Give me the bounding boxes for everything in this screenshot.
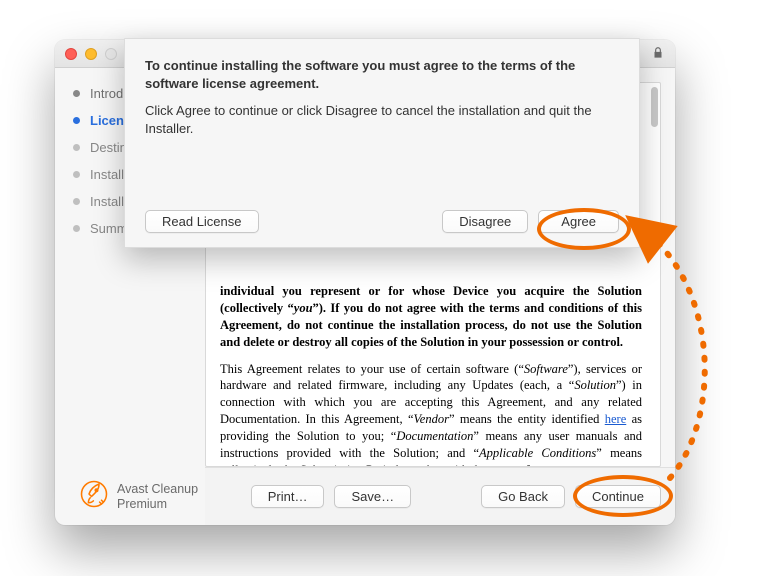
agreement-dialog: To continue installing the software you … bbox=[124, 38, 640, 248]
license-text: Software bbox=[524, 362, 568, 376]
license-text: This Agreement relates to your use of ce… bbox=[220, 362, 524, 376]
license-text: Applicable Conditions bbox=[479, 446, 596, 460]
dialog-subtext: Click Agree to continue or click Disagre… bbox=[145, 102, 619, 138]
license-text: Solution bbox=[574, 378, 616, 392]
rocket-icon bbox=[79, 479, 109, 514]
bullet-icon bbox=[73, 144, 80, 151]
continue-button[interactable]: Continue bbox=[575, 485, 661, 508]
minimize-icon[interactable] bbox=[85, 48, 97, 60]
lock-icon bbox=[651, 46, 665, 65]
brand-line2: Premium bbox=[117, 497, 198, 511]
bottom-toolbar: Avast Cleanup Premium Print… Save… Go Ba… bbox=[205, 467, 675, 525]
license-text: Vendor bbox=[414, 412, 449, 426]
disagree-button[interactable]: Disagree bbox=[442, 210, 528, 233]
read-license-button[interactable]: Read License bbox=[145, 210, 259, 233]
bullet-icon bbox=[73, 171, 80, 178]
save-button[interactable]: Save… bbox=[334, 485, 411, 508]
brand-line1: Avast Cleanup bbox=[117, 482, 198, 496]
here-link[interactable]: here bbox=[605, 412, 627, 426]
close-icon[interactable] bbox=[65, 48, 77, 60]
traffic-lights bbox=[65, 48, 117, 60]
print-button[interactable]: Print… bbox=[251, 485, 325, 508]
bullet-icon bbox=[73, 225, 80, 232]
license-text: you bbox=[294, 301, 313, 315]
dialog-heading: To continue installing the software you … bbox=[145, 57, 619, 92]
agree-button[interactable]: Agree bbox=[538, 210, 619, 233]
license-text: Documentation bbox=[396, 429, 473, 443]
bullet-icon bbox=[73, 117, 80, 124]
bullet-icon bbox=[73, 90, 80, 97]
scrollbar-thumb[interactable] bbox=[651, 87, 658, 127]
go-back-button[interactable]: Go Back bbox=[481, 485, 565, 508]
bullet-icon bbox=[73, 198, 80, 205]
zoom-icon bbox=[105, 48, 117, 60]
license-text: ” means the entity identified bbox=[449, 412, 605, 426]
brand: Avast Cleanup Premium bbox=[79, 479, 198, 514]
